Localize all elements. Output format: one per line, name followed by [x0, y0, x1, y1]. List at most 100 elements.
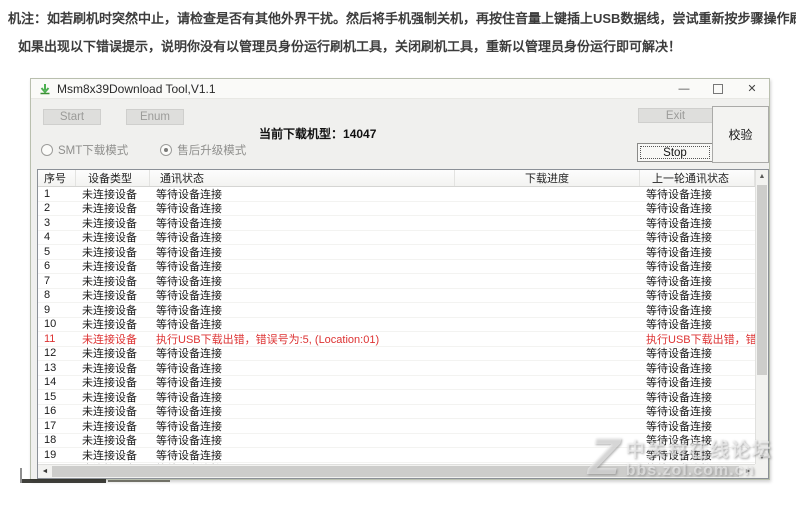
table-cell: 未连接设备: [82, 333, 137, 346]
scroll-down-icon[interactable]: ▼: [756, 451, 768, 464]
table-cell: 未连接设备: [82, 391, 137, 404]
radio-unselected-icon: [41, 144, 53, 156]
maximize-button[interactable]: [701, 79, 735, 98]
table-cell: 等待设备连接: [156, 435, 222, 447]
table-row[interactable]: 4 未连接设备 等待设备连接 等待设备连接: [38, 231, 755, 245]
table-row[interactable]: 10 未连接设备 等待设备连接 等待设备连接: [38, 318, 755, 332]
device-table: 序号 设备类型 通讯状态 下载进度 上一轮通讯状态 1 未连接设备 等待设备连接 等待设备连接…: [37, 169, 769, 479]
table-row[interactable]: 5 未连接设备 等待设备连接 等待设备连接: [38, 245, 755, 260]
table-row[interactable]: 19 未连接设备 等待设备连接 等待设备连接: [38, 448, 755, 463]
table-cell: 等待设备连接: [156, 420, 222, 433]
table-cell: [455, 448, 640, 462]
enum-button[interactable]: Enum: [126, 109, 184, 125]
column-header[interactable]: 通讯状态: [150, 170, 455, 186]
start-button[interactable]: Start: [43, 109, 101, 125]
table-cell: 15: [44, 390, 57, 403]
titlebar: Msm8x39Download Tool,V1.1 — ✕: [31, 79, 769, 99]
shadow-artifact: [108, 480, 170, 482]
column-header[interactable]: 上一轮通讯状态: [640, 170, 755, 186]
current-model-label: 当前下载机型：14047: [259, 125, 376, 142]
table-cell: [455, 419, 640, 433]
table-cell: 未连接设备: [82, 420, 137, 433]
app-download-icon: [38, 82, 52, 96]
table-row[interactable]: 13 未连接设备 等待设备连接 等待设备连接: [38, 361, 755, 376]
scrollbar-corner: [755, 464, 768, 478]
horizontal-scrollbar[interactable]: ◄ ►: [38, 464, 755, 478]
table-cell: 等待设备连接: [646, 449, 712, 462]
table-row[interactable]: 12 未连接设备 等待设备连接 等待设备连接: [38, 347, 755, 361]
model-label: 当前下载机型：: [259, 127, 344, 141]
table-row[interactable]: 3 未连接设备 等待设备连接 等待设备连接: [38, 216, 755, 231]
column-header[interactable]: 序号: [38, 170, 76, 186]
table-row[interactable]: 16 未连接设备 等待设备连接 等待设备连接: [38, 405, 755, 419]
table-cell: 14: [44, 376, 57, 389]
radio-smt-mode[interactable]: SMT下载模式: [41, 142, 128, 158]
table-row[interactable]: 6 未连接设备 等待设备连接 等待设备连接: [38, 260, 755, 274]
table-cell: [455, 405, 640, 419]
table-cell: 10: [44, 318, 57, 331]
scroll-right-icon[interactable]: ►: [741, 465, 755, 478]
vertical-scroll-thumb[interactable]: [757, 185, 767, 375]
table-cell: 等待设备连接: [646, 261, 712, 273]
table-cell: 1: [44, 187, 51, 200]
table-cell: [455, 187, 640, 201]
table-cell: 6: [44, 260, 51, 273]
table-cell: [455, 216, 640, 230]
scroll-left-icon[interactable]: ◄: [38, 465, 52, 478]
table-cell: [455, 260, 640, 274]
table-cell: 未连接设备: [82, 290, 137, 302]
table-cell: 未连接设备: [82, 261, 137, 273]
table-body: 1 未连接设备 等待设备连接 等待设备连接 2 未连接设备 等待设备连接 等待设备连接 3 未连接…: [38, 187, 755, 464]
radio-aftersale-mode[interactable]: 售后升级模式: [160, 142, 246, 158]
table-cell: 17: [44, 419, 57, 432]
table-row[interactable]: 14 未连接设备 等待设备连接 等待设备连接: [38, 376, 755, 390]
shadow-artifact: [20, 468, 22, 483]
table-cell: 未连接设备: [82, 362, 137, 375]
page: 机注：如若刷机时突然中止，请检查是否有其他外界干扰。然后将手机强制关机，再按住音…: [0, 0, 800, 505]
table-cell: 未连接设备: [82, 348, 137, 360]
table-cell: 未连接设备: [82, 217, 137, 230]
exit-button[interactable]: Exit: [638, 108, 713, 123]
table-row[interactable]: 17 未连接设备 等待设备连接 等待设备连接: [38, 419, 755, 434]
table-row[interactable]: 2 未连接设备 等待设备连接 等待设备连接: [38, 202, 755, 216]
verify-button[interactable]: 校验: [712, 106, 769, 163]
annotation-line-1: 机注：如若刷机时突然中止，请检查是否有其他外界干扰。然后将手机强制关机，再按住音…: [8, 11, 796, 26]
table-cell: 未连接设备: [82, 203, 137, 215]
table-row[interactable]: 8 未连接设备 等待设备连接 等待设备连接: [38, 289, 755, 303]
table-cell: 8: [44, 289, 51, 302]
model-value: 14047: [343, 127, 377, 141]
column-header[interactable]: 设备类型: [76, 170, 150, 186]
minimize-button[interactable]: —: [667, 79, 701, 98]
table-cell: 等待设备连接: [646, 188, 712, 201]
table-cell: 等待设备连接: [646, 319, 712, 331]
radio-selected-icon: [160, 144, 173, 156]
table-cell: 等待设备连接: [646, 406, 712, 418]
table-row[interactable]: 18 未连接设备 等待设备连接 等待设备连接: [38, 434, 755, 448]
table-row[interactable]: 9 未连接设备 等待设备连接 等待设备连接: [38, 303, 755, 318]
table-row[interactable]: 15 未连接设备 等待设备连接 等待设备连接: [38, 390, 755, 405]
table-cell: 等待设备连接: [646, 304, 712, 317]
table-cell: 未连接设备: [82, 435, 137, 447]
table-cell: 等待设备连接: [646, 232, 712, 244]
table-cell: 等待设备连接: [646, 290, 712, 302]
table-cell: 等待设备连接: [156, 304, 222, 317]
table-cell: 等待设备连接: [156, 275, 222, 288]
radio-aftersale-label: 售后升级模式: [177, 145, 247, 157]
table-row[interactable]: 7 未连接设备 等待设备连接 等待设备连接: [38, 274, 755, 289]
table-cell: 未连接设备: [82, 275, 137, 288]
window-title: Msm8x39Download Tool,V1.1: [57, 81, 216, 96]
stop-button[interactable]: Stop: [637, 143, 713, 162]
close-button[interactable]: ✕: [735, 79, 769, 98]
table-cell: 13: [44, 361, 57, 374]
column-header[interactable]: 下载进度: [455, 170, 640, 186]
table-row[interactable]: 1 未连接设备 等待设备连接 等待设备连接: [38, 187, 755, 202]
horizontal-scroll-thumb[interactable]: [52, 466, 739, 477]
radio-smt-label: SMT下载模式: [58, 145, 129, 157]
table-row[interactable]: 11 未连接设备 执行USB下载出错，错误号为:5, (Location:01) 执行…: [38, 332, 755, 347]
table-cell: 未连接设备: [82, 188, 137, 201]
scroll-up-icon[interactable]: ▲: [756, 170, 768, 183]
annotation-line-2: 如果出现以下错误提示，说明你没有以管理员身份运行刷机工具，关闭刷机工具，重新以管…: [18, 39, 682, 54]
table-cell: 未连接设备: [82, 377, 137, 389]
table-cell: 18: [44, 434, 57, 447]
vertical-scrollbar[interactable]: ▲ ▼: [755, 170, 768, 464]
